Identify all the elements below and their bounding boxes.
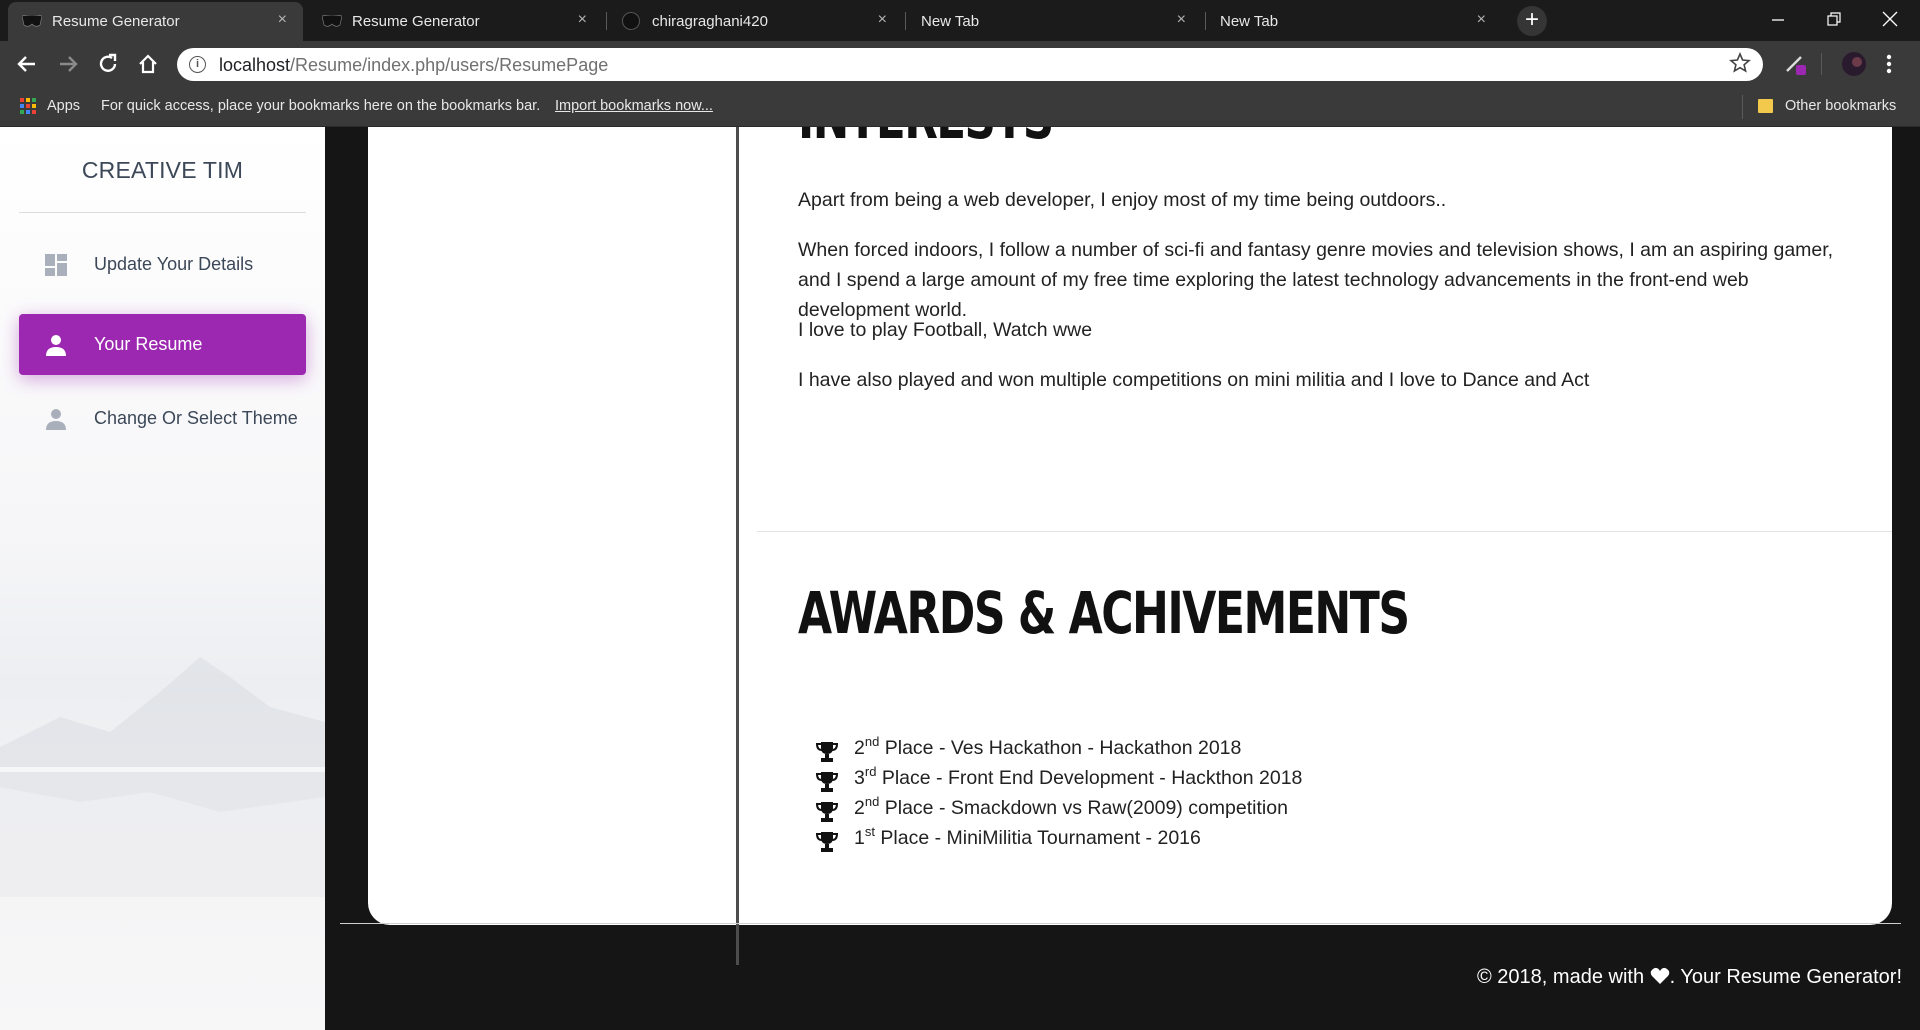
heart-icon (1650, 967, 1669, 984)
tab-title: New Tab (1220, 13, 1279, 30)
tab-title: Resume Generator (352, 13, 480, 30)
back-icon[interactable] (13, 50, 41, 78)
site-info-icon[interactable]: i (189, 56, 206, 73)
sidebar: CREATIVE TIM Update Your Details Your Re… (0, 127, 325, 1030)
tab-separator (905, 12, 906, 30)
awards-heading: AWARDS & ACHIVEMENTS (798, 579, 1410, 647)
profile-avatar-icon[interactable] (1841, 51, 1867, 77)
trophy-icon (816, 772, 838, 792)
award-item: 2nd Place - Ves Hackathon - Hackathon 20… (816, 735, 1616, 765)
page-viewport: CREATIVE TIM Update Your Details Your Re… (0, 127, 1920, 1030)
apps-shortcut[interactable]: Apps (20, 98, 80, 114)
close-tab-icon[interactable]: × (278, 11, 287, 29)
brand-divider (19, 212, 306, 213)
person-icon (46, 335, 66, 356)
tab-new-tab[interactable]: New Tab × (907, 2, 1202, 41)
new-tab-button[interactable]: + (1517, 6, 1547, 36)
apps-label: Apps (47, 98, 81, 114)
home-icon[interactable] (134, 50, 162, 78)
tab-title: Resume Generator (52, 13, 180, 30)
apps-grid-icon (20, 98, 36, 114)
github-favicon-icon (622, 12, 640, 30)
award-item: 2nd Place - Smackdown vs Raw(2009) compe… (816, 795, 1616, 825)
interests-heading: INTERESTS (798, 127, 1298, 155)
tab-new-tab-2[interactable]: New Tab × (1207, 2, 1502, 41)
reload-icon[interactable] (94, 50, 122, 78)
mask-favicon-icon (322, 15, 342, 27)
sidebar-item-label: Change Or Select Theme (94, 408, 298, 428)
browser-toolbar: i localhost/Resume/index.php/users/Resum… (0, 41, 1920, 87)
sidebar-background-image (0, 657, 325, 897)
tab-separator (606, 12, 607, 30)
interest-paragraph: I love to play Football, Watch wwe (798, 319, 1093, 341)
awards-list: 2nd Place - Ves Hackathon - Hackathon 20… (816, 735, 1616, 855)
toolbar-separator (1821, 53, 1822, 75)
trophy-icon (816, 742, 838, 762)
interest-paragraph: I have also played and won multiple comp… (798, 369, 1590, 391)
brand-logo-text[interactable]: CREATIVE TIM (0, 157, 325, 184)
interest-paragraph: Apart from being a web developer, I enjo… (798, 189, 1447, 211)
award-item: 3rd Place - Front End Development - Hack… (816, 765, 1616, 795)
url-text[interactable]: localhost/Resume/index.php/users/ResumeP… (219, 55, 608, 76)
close-tab-icon[interactable]: × (1477, 11, 1486, 29)
resume-column-divider (736, 127, 739, 965)
bookmarks-hint: For quick access, place your bookmarks h… (101, 98, 541, 114)
footer-credit: © 2018, made with . Your Resume Generato… (1477, 966, 1902, 988)
section-divider (757, 531, 1892, 532)
import-bookmarks-link[interactable]: Import bookmarks now... (555, 98, 713, 114)
sidebar-item-your-resume[interactable]: Your Resume (19, 314, 306, 375)
tab-resume-generator-active[interactable]: Resume Generator × (8, 2, 303, 41)
bookmarks-divider (1742, 95, 1743, 119)
close-tab-icon[interactable]: × (878, 11, 887, 29)
trophy-icon (816, 832, 838, 852)
close-tab-icon[interactable]: × (578, 11, 587, 29)
tab-strip: Resume Generator × Resume Generator × ch… (0, 0, 1920, 41)
sidebar-item-label: Your Resume (94, 334, 203, 354)
tab-title: chiragraghani420 (652, 13, 768, 30)
sidebar-item-label: Update Your Details (94, 254, 254, 274)
minimize-icon[interactable] (1770, 12, 1786, 28)
mask-favicon-icon (22, 15, 42, 27)
other-bookmarks[interactable]: Other bookmarks (1758, 98, 1896, 114)
menu-kebab-icon[interactable] (1884, 51, 1894, 77)
extension-pen-icon[interactable] (1783, 51, 1809, 77)
close-tab-icon[interactable]: × (1177, 11, 1186, 29)
address-bar[interactable]: i localhost/Resume/index.php/users/Resum… (177, 48, 1763, 81)
dashboard-icon (45, 254, 67, 276)
footer-divider (340, 923, 1920, 924)
trophy-icon (816, 802, 838, 822)
sidebar-item-update-details[interactable]: Update Your Details (19, 234, 306, 295)
award-item: 1st Place - MiniMilitia Tournament - 201… (816, 825, 1616, 855)
other-bookmarks-label: Other bookmarks (1785, 98, 1897, 114)
person-icon (46, 409, 66, 430)
page-scrollbar[interactable] (1901, 127, 1920, 1030)
forward-icon[interactable] (54, 50, 82, 78)
interest-paragraph: When forced indoors, I follow a number o… (798, 239, 1834, 321)
close-window-icon[interactable] (1881, 10, 1899, 28)
tab-title: New Tab (921, 13, 980, 30)
bookmarks-bar: Apps For quick access, place your bookma… (0, 87, 1920, 127)
tab-separator (1205, 12, 1206, 30)
tab-github[interactable]: chiragraghani420 × (608, 2, 903, 41)
sidebar-item-change-theme[interactable]: Change Or Select Theme (19, 388, 306, 449)
tab-resume-generator[interactable]: Resume Generator × (308, 2, 603, 41)
restore-icon[interactable] (1826, 11, 1842, 27)
bookmark-star-icon[interactable] (1729, 52, 1751, 74)
folder-icon (1758, 99, 1773, 113)
